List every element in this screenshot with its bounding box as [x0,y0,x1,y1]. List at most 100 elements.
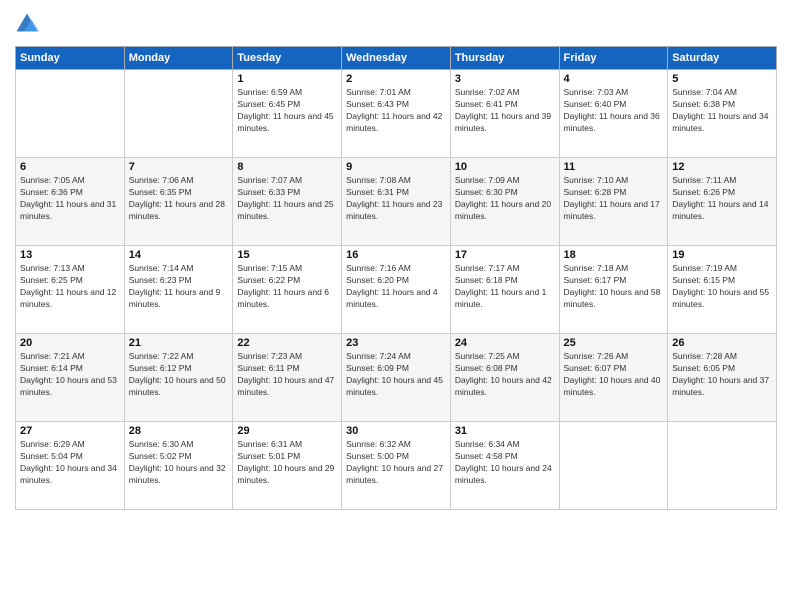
day-number: 20 [20,337,120,349]
calendar-cell [16,70,125,158]
day-info: Sunrise: 6:34 AM Sunset: 4:58 PM Dayligh… [455,439,555,487]
day-header-sunday: Sunday [16,47,125,70]
day-info: Sunrise: 7:08 AM Sunset: 6:31 PM Dayligh… [346,175,446,223]
calendar-body: 1 Sunrise: 6:59 AM Sunset: 6:45 PM Daylig… [16,70,777,510]
day-info: Sunrise: 7:21 AM Sunset: 6:14 PM Dayligh… [20,351,120,399]
day-number: 8 [237,161,337,173]
calendar-cell: 20 Sunrise: 7:21 AM Sunset: 6:14 PM Dayli… [16,334,125,422]
day-number: 22 [237,337,337,349]
day-info: Sunrise: 6:31 AM Sunset: 5:01 PM Dayligh… [237,439,337,487]
day-number: 4 [564,73,664,85]
calendar-cell: 28 Sunrise: 6:30 AM Sunset: 5:02 PM Dayli… [124,422,233,510]
day-number: 31 [455,425,555,437]
day-number: 26 [672,337,772,349]
day-info: Sunrise: 7:10 AM Sunset: 6:28 PM Dayligh… [564,175,664,223]
day-info: Sunrise: 7:07 AM Sunset: 6:33 PM Dayligh… [237,175,337,223]
day-info: Sunrise: 7:13 AM Sunset: 6:25 PM Dayligh… [20,263,120,311]
day-info: Sunrise: 7:03 AM Sunset: 6:40 PM Dayligh… [564,87,664,135]
calendar-cell: 8 Sunrise: 7:07 AM Sunset: 6:33 PM Daylig… [233,158,342,246]
calendar-cell: 21 Sunrise: 7:22 AM Sunset: 6:12 PM Dayli… [124,334,233,422]
calendar-week-row: 6 Sunrise: 7:05 AM Sunset: 6:36 PM Daylig… [16,158,777,246]
day-number: 19 [672,249,772,261]
day-number: 1 [237,73,337,85]
day-number: 13 [20,249,120,261]
calendar-cell: 5Sunrise: 7:04 AM Sunset: 6:38 PM Daylig… [668,70,777,158]
day-number: 29 [237,425,337,437]
day-header-thursday: Thursday [450,47,559,70]
day-info: Sunrise: 6:29 AM Sunset: 5:04 PM Dayligh… [20,439,120,487]
calendar-week-row: 13 Sunrise: 7:13 AM Sunset: 6:25 PM Dayli… [16,246,777,334]
calendar-cell: 17 Sunrise: 7:17 AM Sunset: 6:18 PM Dayli… [450,246,559,334]
day-number: 30 [346,425,446,437]
day-number: 17 [455,249,555,261]
day-number: 28 [129,425,229,437]
day-header-wednesday: Wednesday [342,47,451,70]
day-number: 27 [20,425,120,437]
day-info: Sunrise: 7:05 AM Sunset: 6:36 PM Dayligh… [20,175,120,223]
calendar-cell: 7Sunrise: 7:06 AM Sunset: 6:35 PM Daylig… [124,158,233,246]
calendar-table: SundayMondayTuesdayWednesdayThursdayFrid… [15,46,777,510]
calendar-cell: 15 Sunrise: 7:15 AM Sunset: 6:22 PM Dayli… [233,246,342,334]
day-info: Sunrise: 7:26 AM Sunset: 6:07 PM Dayligh… [564,351,664,399]
day-info: Sunrise: 7:19 AM Sunset: 6:15 PM Dayligh… [672,263,772,311]
calendar-cell: 27 Sunrise: 6:29 AM Sunset: 5:04 PM Dayli… [16,422,125,510]
calendar-cell: 12 Sunrise: 7:11 AM Sunset: 6:26 PM Dayli… [668,158,777,246]
day-header-monday: Monday [124,47,233,70]
day-number: 6 [20,161,120,173]
calendar-cell: 30Sunrise: 6:32 AM Sunset: 5:00 PM Dayli… [342,422,451,510]
day-info: Sunrise: 7:16 AM Sunset: 6:20 PM Dayligh… [346,263,446,311]
calendar-header-row: SundayMondayTuesdayWednesdayThursdayFrid… [16,47,777,70]
day-info: Sunrise: 7:28 AM Sunset: 6:05 PM Dayligh… [672,351,772,399]
page-header [15,10,777,38]
calendar-cell: 25 Sunrise: 7:26 AM Sunset: 6:07 PM Dayli… [559,334,668,422]
logo-icon [15,10,39,38]
day-info: Sunrise: 6:30 AM Sunset: 5:02 PM Dayligh… [129,439,229,487]
day-number: 12 [672,161,772,173]
calendar-cell: 24 Sunrise: 7:25 AM Sunset: 6:08 PM Dayli… [450,334,559,422]
day-info: Sunrise: 7:04 AM Sunset: 6:38 PM Dayligh… [672,87,772,135]
day-info: Sunrise: 7:22 AM Sunset: 6:12 PM Dayligh… [129,351,229,399]
day-header-friday: Friday [559,47,668,70]
calendar-cell: 6 Sunrise: 7:05 AM Sunset: 6:36 PM Daylig… [16,158,125,246]
day-number: 14 [129,249,229,261]
day-number: 15 [237,249,337,261]
calendar-week-row: 1 Sunrise: 6:59 AM Sunset: 6:45 PM Daylig… [16,70,777,158]
day-number: 25 [564,337,664,349]
day-info: Sunrise: 7:09 AM Sunset: 6:30 PM Dayligh… [455,175,555,223]
day-info: Sunrise: 7:17 AM Sunset: 6:18 PM Dayligh… [455,263,555,311]
calendar-cell: 31 Sunrise: 6:34 AM Sunset: 4:58 PM Dayli… [450,422,559,510]
calendar-cell: 23 Sunrise: 7:24 AM Sunset: 6:09 PM Dayli… [342,334,451,422]
day-number: 21 [129,337,229,349]
day-info: Sunrise: 7:02 AM Sunset: 6:41 PM Dayligh… [455,87,555,135]
day-number: 3 [455,73,555,85]
day-number: 7 [129,161,229,173]
calendar-cell [668,422,777,510]
day-header-saturday: Saturday [668,47,777,70]
day-info: Sunrise: 7:15 AM Sunset: 6:22 PM Dayligh… [237,263,337,311]
calendar-week-row: 27 Sunrise: 6:29 AM Sunset: 5:04 PM Dayli… [16,422,777,510]
calendar-cell: 29 Sunrise: 6:31 AM Sunset: 5:01 PM Dayli… [233,422,342,510]
day-header-tuesday: Tuesday [233,47,342,70]
day-info: Sunrise: 7:24 AM Sunset: 6:09 PM Dayligh… [346,351,446,399]
calendar-cell: 14 Sunrise: 7:14 AM Sunset: 6:23 PM Dayli… [124,246,233,334]
day-info: Sunrise: 7:11 AM Sunset: 6:26 PM Dayligh… [672,175,772,223]
calendar-cell: 2Sunrise: 7:01 AM Sunset: 6:43 PM Daylig… [342,70,451,158]
day-info: Sunrise: 6:59 AM Sunset: 6:45 PM Dayligh… [237,87,337,135]
calendar-cell: 16 Sunrise: 7:16 AM Sunset: 6:20 PM Dayli… [342,246,451,334]
calendar-cell: 22Sunrise: 7:23 AM Sunset: 6:11 PM Dayli… [233,334,342,422]
day-number: 23 [346,337,446,349]
day-number: 24 [455,337,555,349]
calendar-cell: 1 Sunrise: 6:59 AM Sunset: 6:45 PM Daylig… [233,70,342,158]
day-info: Sunrise: 7:25 AM Sunset: 6:08 PM Dayligh… [455,351,555,399]
day-number: 2 [346,73,446,85]
day-number: 11 [564,161,664,173]
calendar-cell: 18Sunrise: 7:18 AM Sunset: 6:17 PM Dayli… [559,246,668,334]
calendar-cell: 13 Sunrise: 7:13 AM Sunset: 6:25 PM Dayli… [16,246,125,334]
calendar-cell: 3 Sunrise: 7:02 AM Sunset: 6:41 PM Daylig… [450,70,559,158]
day-number: 16 [346,249,446,261]
day-number: 9 [346,161,446,173]
calendar-cell: 26 Sunrise: 7:28 AM Sunset: 6:05 PM Dayli… [668,334,777,422]
calendar-cell: 9 Sunrise: 7:08 AM Sunset: 6:31 PM Daylig… [342,158,451,246]
calendar-cell: 10Sunrise: 7:09 AM Sunset: 6:30 PM Dayli… [450,158,559,246]
day-info: Sunrise: 7:14 AM Sunset: 6:23 PM Dayligh… [129,263,229,311]
